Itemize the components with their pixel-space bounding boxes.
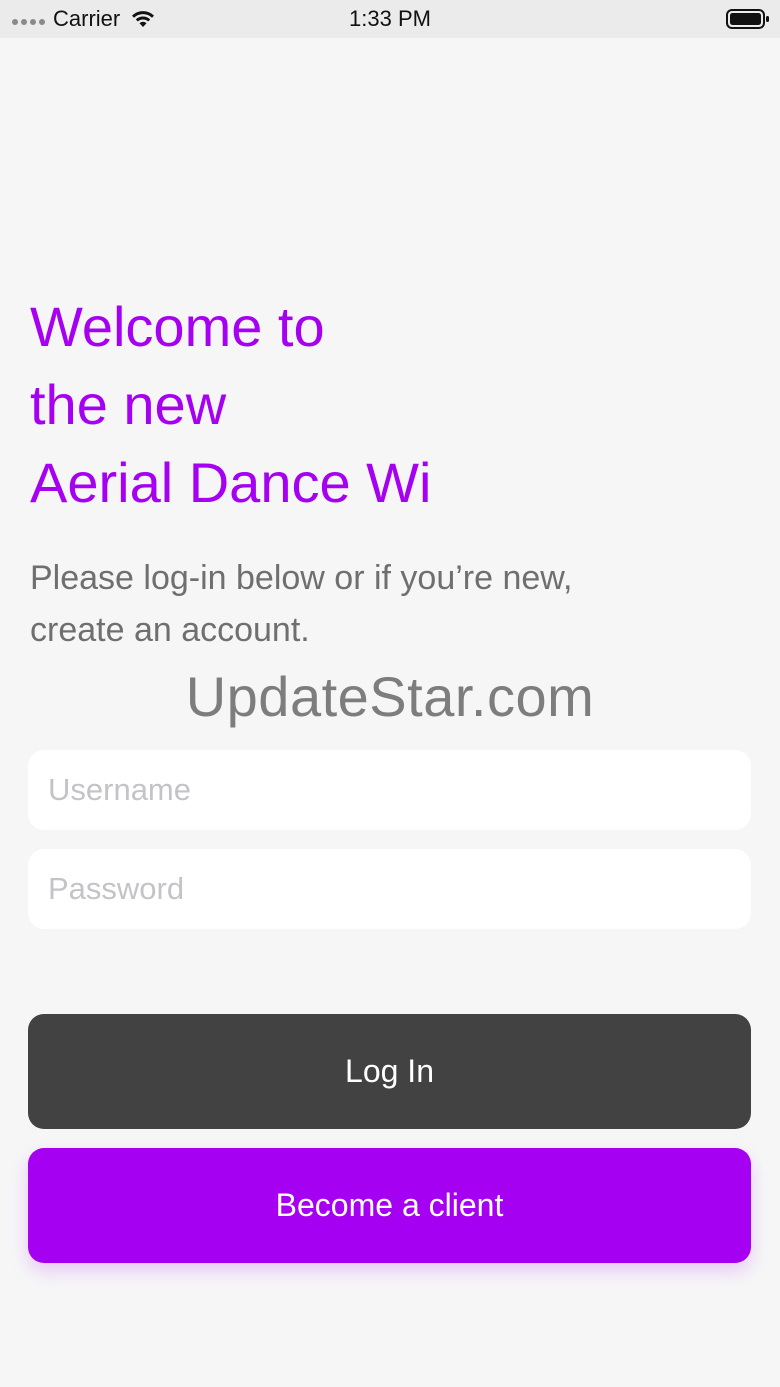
welcome-line-2: the new [30,373,227,436]
welcome-line-1: Welcome to [30,295,325,358]
instructions-line-1: Please log-in below or if you’re new, [30,559,573,597]
status-bar: Carrier 1:33 PM [0,0,780,38]
instructions-line-2: create an account. [30,611,310,649]
status-time: 1:33 PM [349,6,431,31]
battery-icon [726,9,769,29]
login-button[interactable]: Log In [28,1014,751,1129]
become-client-button[interactable]: Become a client [28,1148,751,1263]
welcome-heading: Welcome to the new Aerial Dance Wi [30,288,630,522]
watermark-text: UpdateStar.com [185,665,595,728]
username-input[interactable] [28,750,751,830]
welcome-line-3: Aerial Dance Wi [30,451,432,514]
password-input[interactable] [28,849,751,929]
login-instructions: Please log-in below or if you’re new, cr… [30,552,730,656]
